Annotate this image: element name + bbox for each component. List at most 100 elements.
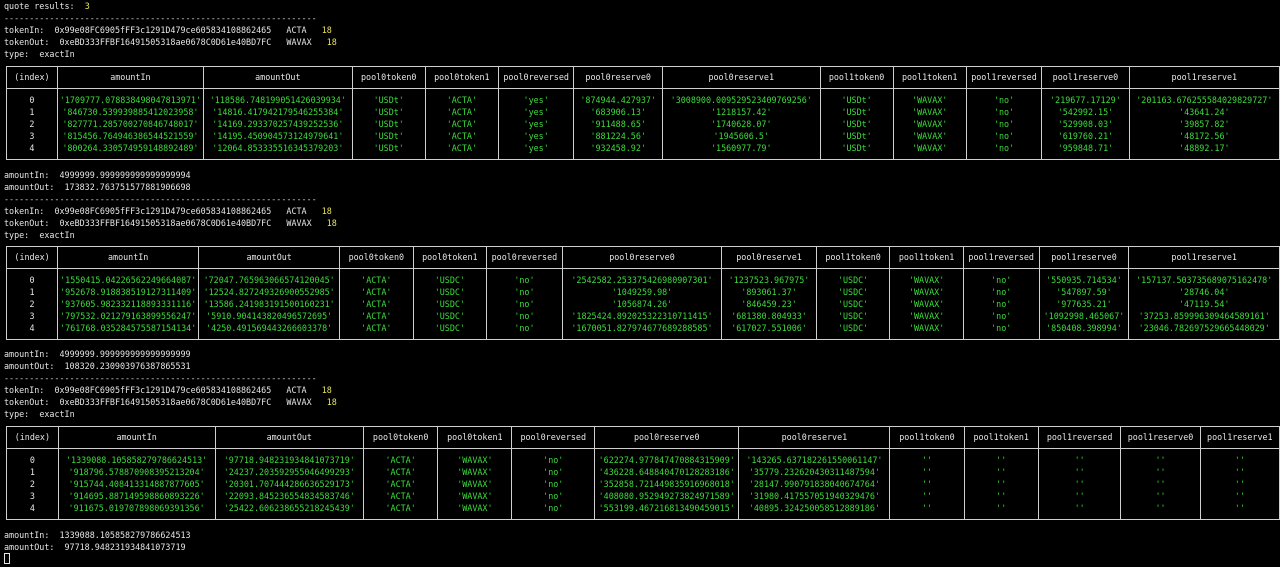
table-cell: '' xyxy=(1120,478,1201,490)
table-cell: 'yes' xyxy=(497,130,575,142)
token-out-decimals: 18 xyxy=(326,397,337,407)
table-cell: 0 xyxy=(6,454,59,466)
table-cell: '' xyxy=(1199,478,1280,490)
table-cell: 3 xyxy=(5,310,59,322)
token-in-address: 0x99e08FC6905fFF3c1291D479ce605834108862… xyxy=(54,206,272,216)
table-cell: '761768.035284575587154134' xyxy=(57,322,200,334)
table-cell: '97718.948231934841073719' xyxy=(214,454,365,466)
column-header: pool1reversed xyxy=(965,66,1043,89)
token-out-label: tokenOut: xyxy=(4,218,50,228)
table-cell: '1825424.892025322310711415' xyxy=(561,310,723,322)
table-cell: '' xyxy=(1199,490,1280,502)
token-in-label: tokenIn: xyxy=(4,206,45,216)
table-cell: '893061.37' xyxy=(721,286,817,298)
table-cell: 'USDt' xyxy=(819,118,894,130)
table-cell: '201163.676255584029829727' xyxy=(1128,94,1280,106)
table-cell: 'ACTA' xyxy=(363,502,439,514)
table-cell: 'WAVAX' xyxy=(889,298,964,310)
table-cell: '815456.764946386544521559' xyxy=(56,130,204,142)
table-cell: '47119.54' xyxy=(1128,298,1280,310)
table-cell: '43641.24' xyxy=(1128,106,1280,118)
table-cell: 'no' xyxy=(965,142,1043,154)
table-cell: 'WAVAX' xyxy=(892,106,967,118)
table-cell: '959848.71' xyxy=(1041,142,1130,154)
table-cell: 'no' xyxy=(486,274,563,286)
table-cell: 'no' xyxy=(965,106,1043,118)
table-cell: '1049259.98' xyxy=(561,286,723,298)
table-cell: 4 xyxy=(6,502,59,514)
table-cell: '' xyxy=(1120,490,1201,502)
table-cell: 'WAVAX' xyxy=(892,118,967,130)
table-cell: '14816.417942179546255384' xyxy=(202,106,353,118)
table-cell: 'USDC' xyxy=(412,298,488,310)
table-cell: '' xyxy=(889,502,965,514)
table-cell: '408080.952949273824971589' xyxy=(594,490,740,502)
column-header: pool0reserve0 xyxy=(561,246,723,269)
table-cell: '157137.503735689075162478' xyxy=(1128,274,1280,286)
quote-results-count: 3 xyxy=(84,1,90,11)
token-out-symbol: WAVAX xyxy=(286,397,312,407)
table-row: 3'797532.021279163899556247' '5910.904143… xyxy=(5,310,1280,322)
table-cell: '' xyxy=(1199,502,1280,514)
token-out-line-2: tokenOut: 0xeBD333FFBF16491505318ae0678C… xyxy=(4,218,337,228)
token-in-line-1: tokenIn: 0x99e08FC6905fFF3c1291D479ce605… xyxy=(4,25,332,35)
table-cell: '911675.019707898069391356' xyxy=(57,502,216,514)
table-row: 1'846730.539939885412023958' '14816.41794… xyxy=(6,106,1280,118)
table-cell: 'ACTA' xyxy=(424,130,499,142)
table-cell: '12064.853335516345379203' xyxy=(202,142,353,154)
amount-out-label: amountOut: xyxy=(4,361,55,371)
table-cell: '39857.82' xyxy=(1128,118,1280,130)
token-in-decimals: 18 xyxy=(321,206,332,216)
column-header: pool1reserve0 xyxy=(1120,426,1201,449)
table-cell: '13586.241983191500160231' xyxy=(198,298,341,310)
table-cell: 'ACTA' xyxy=(339,310,414,322)
table-cell: 4 xyxy=(6,142,58,154)
table-cell: '4250.491569443266603378' xyxy=(198,322,341,334)
type-line-3: type: exactIn xyxy=(4,409,75,419)
type-label: type: xyxy=(4,409,30,419)
table-cell: 'USDt' xyxy=(351,142,426,154)
table-cell: '24237.203592955046499293' xyxy=(214,466,365,478)
table-cell: '827771.285700270846748017' xyxy=(56,118,204,130)
amount-in-label: amountIn: xyxy=(4,530,50,540)
table-cell: '' xyxy=(889,466,965,478)
table-cell: 2 xyxy=(5,298,59,310)
amount-in-label: amountIn: xyxy=(4,170,50,180)
terminal-cursor[interactable] xyxy=(4,553,10,564)
column-header: pool1reserve0 xyxy=(1041,66,1130,89)
table-cell: '542992.15' xyxy=(1041,106,1130,118)
table-cell: '622274.977847470884315909' xyxy=(594,454,740,466)
table-row: 2'827771.285700270846748017' '14169.29337… xyxy=(6,118,1280,130)
table-row: 1'918796.578870908395213204' '24237.20359… xyxy=(6,466,1280,478)
token-in-decimals: 18 xyxy=(321,385,332,395)
table-cell: '436228.648840470128283186' xyxy=(594,466,740,478)
table-cell: '72047.765963066574120045' xyxy=(198,274,341,286)
table-cell: 2 xyxy=(6,478,59,490)
table-cell: 'USDC' xyxy=(412,310,488,322)
type-label: type: xyxy=(4,230,30,240)
column-header: amountOut xyxy=(202,66,353,89)
token-in-line-2: tokenIn: 0x99e08FC6905fFF3c1291D479ce605… xyxy=(4,206,332,216)
table-cell: 'ACTA' xyxy=(424,94,499,106)
table-cell: '1670051.827974677689288585' xyxy=(561,322,723,334)
amount-out-label: amountOut: xyxy=(4,182,55,192)
table-cell: '25422.606238655218245439' xyxy=(214,502,365,514)
table-cell: 'USDt' xyxy=(819,94,894,106)
table-cell: '619760.21' xyxy=(1041,130,1130,142)
token-out-address: 0xeBD333FFBF16491505318ae0678C0D61e40BD7… xyxy=(59,218,272,228)
token-in-line-3: tokenIn: 0x99e08FC6905fFF3c1291D479ce605… xyxy=(4,385,332,395)
table-cell: 'ACTA' xyxy=(424,118,499,130)
amount-in-value: 1339088.105858279786624513 xyxy=(59,530,191,540)
amount-out-line-1: amountOut: 173832.763751577881906698 xyxy=(4,182,191,192)
table-cell: 'WAVAX' xyxy=(437,490,513,502)
column-header: pool1reversed xyxy=(1037,426,1122,449)
table-cell: '' xyxy=(889,478,965,490)
table-cell: 'USDt' xyxy=(351,130,426,142)
column-header: amountIn xyxy=(57,246,200,269)
column-header: pool1token0 xyxy=(819,66,894,89)
table-cell: 4 xyxy=(5,322,59,334)
table-cell: 'WAVAX' xyxy=(889,286,964,298)
table-cell: '' xyxy=(1120,454,1201,466)
quote-results-label: quote results: xyxy=(4,1,75,11)
table-cell: 'no' xyxy=(965,118,1043,130)
